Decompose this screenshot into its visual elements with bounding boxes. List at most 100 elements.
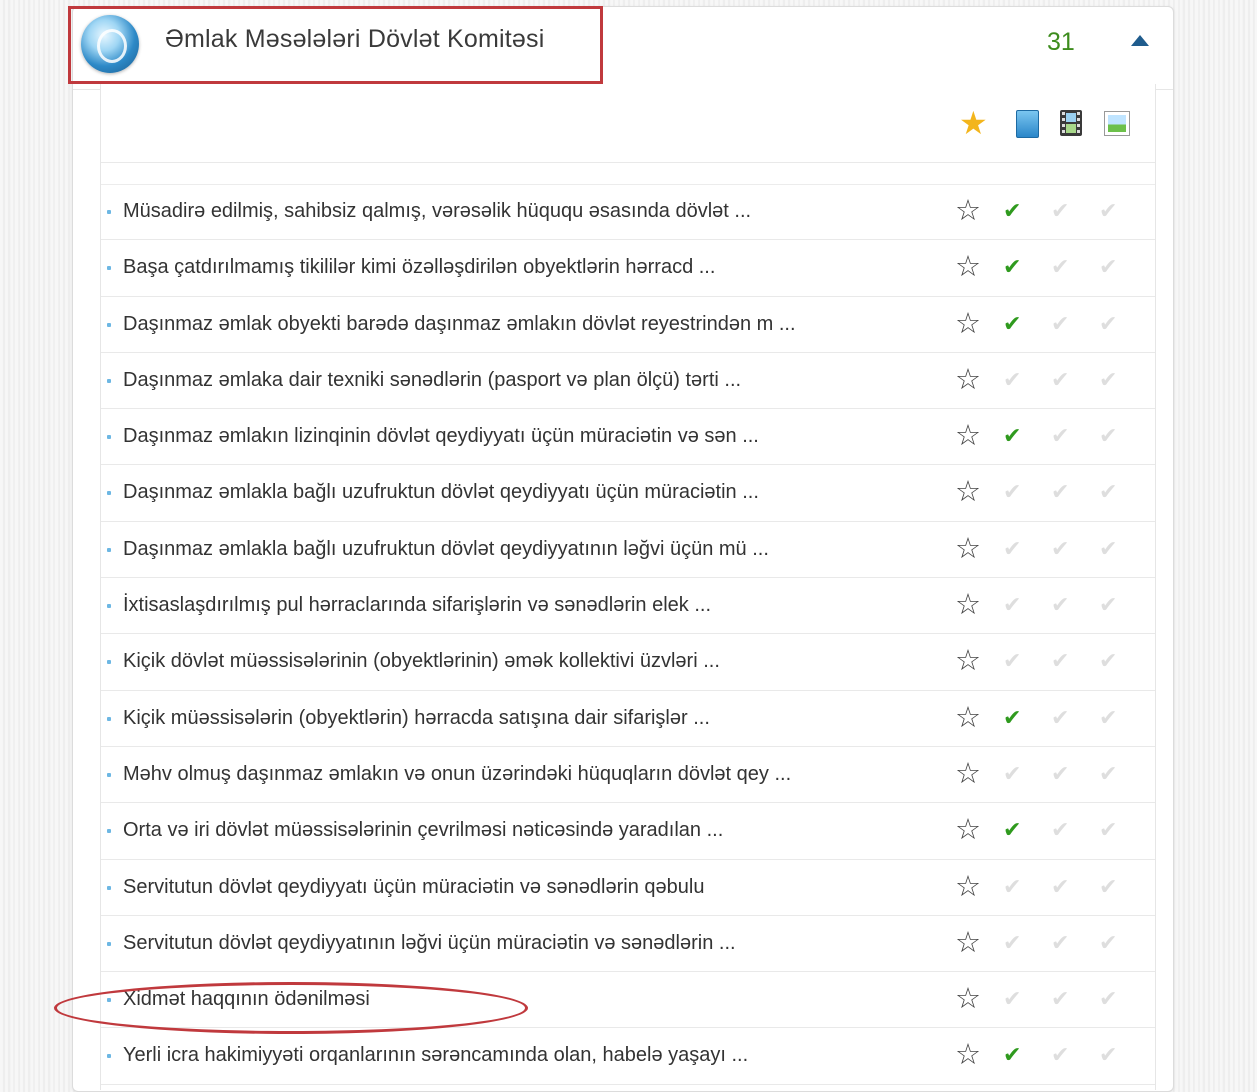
bullet-icon xyxy=(107,491,111,496)
document-icon[interactable] xyxy=(1013,108,1041,138)
star-filled-icon[interactable]: ★ xyxy=(959,107,988,139)
list-item[interactable]: Daşınmaz əmlak obyekti barədə daşınmaz ə… xyxy=(101,297,1155,353)
favorite-star-icon[interactable]: ☆ xyxy=(955,252,981,282)
list-item[interactable]: Orta və iri dövlət müəssisələrinin çevri… xyxy=(101,803,1155,860)
check-inactive-icon: ✔ xyxy=(1099,817,1118,843)
list-item[interactable]: Müsadirə edilmiş, sahibsiz qalmış, vərəs… xyxy=(101,184,1155,241)
check-inactive-icon: ✔ xyxy=(1051,254,1070,280)
list-item[interactable]: Məhv olmuş daşınmaz əmlakın və onun üzər… xyxy=(101,747,1155,804)
filter-toolbar: ★ xyxy=(101,84,1155,163)
favorite-star-icon[interactable]: ☆ xyxy=(955,590,981,620)
check-inactive-icon: ✔ xyxy=(1003,760,1022,786)
check-inactive-icon: ✔ xyxy=(1099,986,1118,1012)
favorite-star-icon[interactable]: ☆ xyxy=(955,365,981,395)
list-item[interactable]: Daşınmaz əmlakla bağlı uzufruktun dövlət… xyxy=(101,522,1155,579)
list-divider xyxy=(101,170,1155,185)
service-link[interactable]: Daşınmaz əmlakla bağlı uzufruktun dövlət… xyxy=(123,538,769,561)
check-inactive-icon: ✔ xyxy=(1099,760,1118,786)
check-inactive-icon: ✔ xyxy=(1051,479,1070,505)
service-link[interactable]: Müsadirə edilmiş, sahibsiz qalmış, vərəs… xyxy=(123,200,751,223)
list-item[interactable]: Kiçik müəssisələrin (obyektlərin) hərrac… xyxy=(101,691,1155,747)
check-active-icon: ✔ xyxy=(1003,310,1022,336)
list-item[interactable]: İxtisaslaşdırılmış pul hərraclarında sif… xyxy=(101,578,1155,635)
service-link[interactable]: Kiçik dövlət müəssisələrinin (obyektləri… xyxy=(123,650,720,673)
list-item[interactable]: Servitutun dövlət qeydiyyatı üçün müraci… xyxy=(101,860,1155,916)
title-highlight-annotation xyxy=(68,6,603,84)
collapse-arrow-icon[interactable] xyxy=(1131,35,1149,46)
check-inactive-icon: ✔ xyxy=(1099,704,1118,730)
check-inactive-icon: ✔ xyxy=(1003,479,1022,505)
service-link[interactable]: Yerli icra hakimiyyəti orqanlarının sərə… xyxy=(123,1044,748,1067)
bullet-icon xyxy=(107,660,111,665)
check-inactive-icon: ✔ xyxy=(1099,310,1118,336)
check-inactive-icon: ✔ xyxy=(1099,1042,1118,1068)
image-icon[interactable] xyxy=(1102,108,1130,138)
list-item[interactable]: Başa çatdırılmamış tikililər kimi özəllə… xyxy=(101,240,1155,297)
favorite-star-icon[interactable]: ☆ xyxy=(955,477,981,507)
favorite-star-icon[interactable]: ☆ xyxy=(955,759,981,789)
service-link[interactable]: Başa çatdırılmamış tikililər kimi özəllə… xyxy=(123,256,715,279)
favorite-star-icon[interactable]: ☆ xyxy=(955,984,981,1014)
bullet-icon xyxy=(107,941,111,946)
check-inactive-icon: ✔ xyxy=(1051,929,1070,955)
service-count: 31 xyxy=(1047,28,1075,56)
list-item[interactable]: Servitutun dövlət qeydiyyatının ləğvi üç… xyxy=(101,916,1155,973)
check-inactive-icon: ✔ xyxy=(1051,760,1070,786)
check-inactive-icon: ✔ xyxy=(1051,817,1070,843)
services-list-container: ★ Müsadirə edilmiş, sahibsiz qalmış, vər… xyxy=(100,84,1156,1090)
check-inactive-icon: ✔ xyxy=(1051,1042,1070,1068)
check-inactive-icon: ✔ xyxy=(1051,310,1070,336)
check-inactive-icon: ✔ xyxy=(1099,873,1118,899)
service-link[interactable]: Daşınmaz əmlaka dair texniki sənədlərin … xyxy=(123,369,741,392)
service-link[interactable]: Daşınmaz əmlakın lizinqinin dövlət qeydi… xyxy=(123,425,759,448)
bullet-icon xyxy=(107,378,111,383)
bullet-icon xyxy=(107,716,111,721)
favorite-star-icon[interactable]: ☆ xyxy=(955,872,981,902)
check-inactive-icon: ✔ xyxy=(1099,423,1118,449)
check-inactive-icon: ✔ xyxy=(1051,535,1070,561)
service-link[interactable]: Kiçik müəssisələrin (obyektlərin) hərrac… xyxy=(123,707,710,730)
service-link[interactable]: Məhv olmuş daşınmaz əmlakın və onun üzər… xyxy=(123,763,791,786)
favorite-star-icon[interactable]: ☆ xyxy=(955,815,981,845)
favorite-star-icon[interactable]: ☆ xyxy=(955,703,981,733)
favorite-star-icon[interactable]: ☆ xyxy=(955,196,981,226)
favorite-star-icon[interactable]: ☆ xyxy=(955,534,981,564)
favorite-star-icon[interactable]: ☆ xyxy=(955,646,981,676)
check-inactive-icon: ✔ xyxy=(1003,535,1022,561)
service-link[interactable]: Daşınmaz əmlak obyekti barədə daşınmaz ə… xyxy=(123,313,796,336)
check-inactive-icon: ✔ xyxy=(1051,704,1070,730)
check-active-icon: ✔ xyxy=(1003,254,1022,280)
favorite-star-icon[interactable]: ☆ xyxy=(955,1040,981,1070)
list-item[interactable]: Yerli icra hakimiyyəti orqanlarının sərə… xyxy=(101,1028,1155,1085)
bullet-icon xyxy=(107,210,111,214)
check-active-icon: ✔ xyxy=(1003,817,1022,843)
check-inactive-icon: ✔ xyxy=(1003,592,1022,618)
list-item[interactable]: Daşınmaz əmlakla bağlı uzufruktun dövlət… xyxy=(101,465,1155,522)
service-link[interactable]: Daşınmaz əmlakla bağlı uzufruktun dövlət… xyxy=(123,481,759,504)
check-inactive-icon: ✔ xyxy=(1099,535,1118,561)
bullet-icon xyxy=(107,772,111,777)
service-link[interactable]: İxtisaslaşdırılmış pul hərraclarında sif… xyxy=(123,594,711,617)
bullet-icon xyxy=(107,604,111,609)
video-icon[interactable] xyxy=(1057,108,1085,138)
check-inactive-icon: ✔ xyxy=(1051,648,1070,674)
check-active-icon: ✔ xyxy=(1003,198,1022,223)
favorite-star-icon[interactable]: ☆ xyxy=(955,309,981,339)
list-item[interactable]: Kiçik dövlət müəssisələrinin (obyektləri… xyxy=(101,634,1155,691)
bullet-icon xyxy=(107,1054,111,1059)
bullet-icon xyxy=(107,266,111,271)
service-link[interactable]: Servitutun dövlət qeydiyyatının ləğvi üç… xyxy=(123,932,736,955)
check-inactive-icon: ✔ xyxy=(1003,873,1022,899)
check-inactive-icon: ✔ xyxy=(1003,929,1022,955)
check-inactive-icon: ✔ xyxy=(1003,648,1022,674)
check-inactive-icon: ✔ xyxy=(1099,198,1118,223)
check-inactive-icon: ✔ xyxy=(1051,366,1070,392)
list-item[interactable]: Daşınmaz əmlaka dair texniki sənədlərin … xyxy=(101,353,1155,410)
favorite-star-icon[interactable]: ☆ xyxy=(955,421,981,451)
bullet-icon xyxy=(107,322,111,327)
service-link[interactable]: Orta və iri dövlət müəssisələrinin çevri… xyxy=(123,819,723,842)
bullet-icon xyxy=(107,885,111,890)
service-link[interactable]: Servitutun dövlət qeydiyyatı üçün müraci… xyxy=(123,876,704,899)
list-item[interactable]: Daşınmaz əmlakın lizinqinin dövlət qeydi… xyxy=(101,409,1155,466)
favorite-star-icon[interactable]: ☆ xyxy=(955,928,981,958)
